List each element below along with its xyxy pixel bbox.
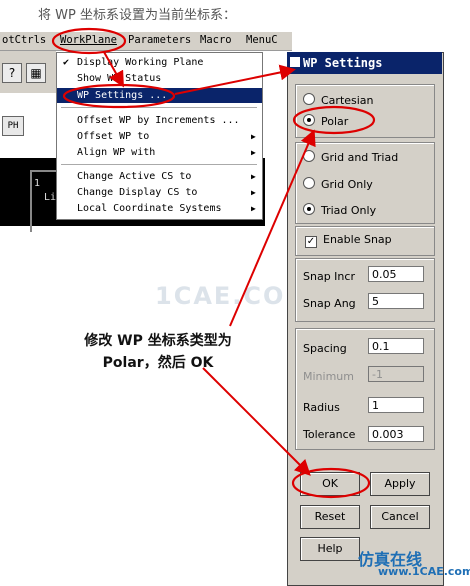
highlight-ellipse-workplane	[51, 27, 127, 55]
annotation-overlay	[51, 27, 376, 499]
arrow-to-polar	[229, 129, 316, 327]
watermark-url: www.1CAE.com	[378, 565, 470, 578]
arrow-settings-to-dialog	[174, 64, 296, 95]
arrow-to-ok	[202, 367, 311, 476]
highlight-ellipse-ok	[291, 467, 371, 499]
arrow-workplane-to-settings	[103, 51, 124, 88]
highlight-ellipse-wp-settings	[62, 83, 176, 109]
highlight-ellipse-polar	[292, 105, 376, 135]
